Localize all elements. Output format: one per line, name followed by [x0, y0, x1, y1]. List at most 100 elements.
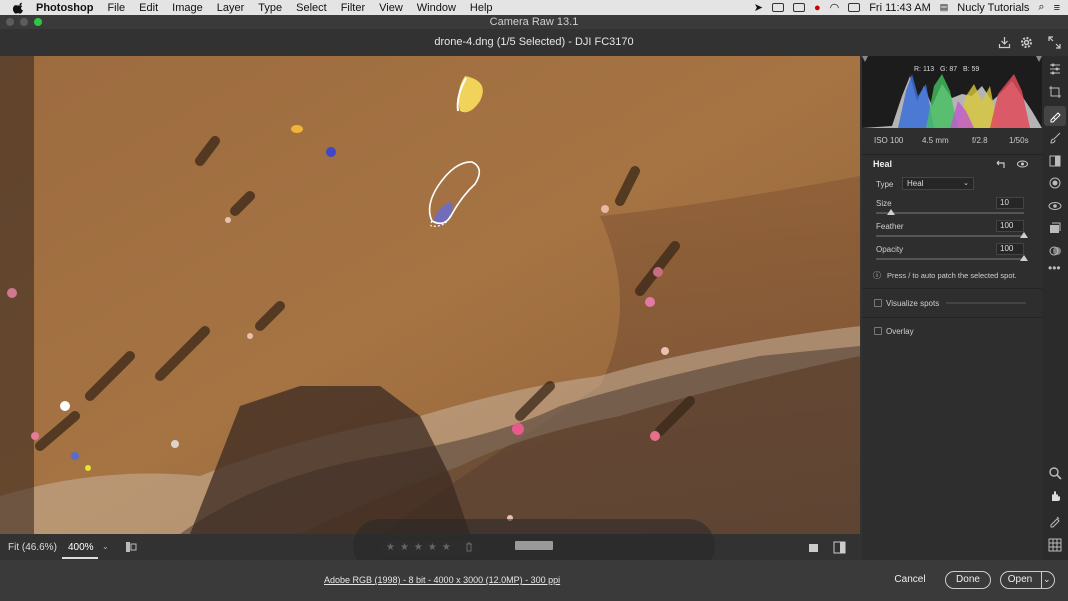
radial-filter-icon[interactable]: [1048, 176, 1062, 190]
color-sampler-icon[interactable]: [1048, 514, 1062, 528]
exif-iso: ISO 100: [874, 136, 904, 145]
exif-focal-length: 4.5 mm: [922, 136, 949, 145]
trash-icon[interactable]: [465, 542, 473, 552]
red-eye-icon[interactable]: [1048, 199, 1062, 213]
hint-text: Press / to auto patch the selected spot.: [887, 271, 1017, 280]
divider: [862, 288, 1042, 289]
histogram-rgb-readout: R: 113 G: 87 B: 59: [914, 66, 979, 73]
control-center-icon[interactable]: ≡: [1054, 2, 1060, 14]
document-title: drone-4.dng (1/5 Selected) - DJI FC3170: [434, 36, 634, 48]
footer-bar: Adobe RGB (1998) - 8 bit - 4000 x 3000 (…: [0, 560, 1068, 601]
filmstrip-toggle-icon[interactable]: [125, 541, 137, 553]
menu-app-photoshop[interactable]: Photoshop: [36, 2, 93, 14]
airplay-icon[interactable]: [848, 3, 861, 12]
size-slider-thumb[interactable]: [886, 209, 895, 215]
reset-icon[interactable]: [995, 159, 1006, 169]
size-slider[interactable]: [876, 209, 1024, 215]
menu-file[interactable]: File: [107, 2, 125, 14]
opacity-slider[interactable]: [876, 255, 1028, 261]
menu-select[interactable]: Select: [296, 2, 327, 14]
overlay-checkbox[interactable]: [874, 327, 882, 335]
location-icon[interactable]: ➤: [754, 1, 763, 14]
crop-icon[interactable]: [1048, 85, 1062, 99]
menu-help[interactable]: Help: [470, 2, 493, 14]
opacity-slider-thumb[interactable]: [1020, 255, 1028, 261]
b-label: B:: [962, 66, 970, 73]
camera-icon[interactable]: [792, 3, 805, 12]
image-preview[interactable]: [0, 56, 860, 534]
cancel-button[interactable]: Cancel: [888, 572, 932, 590]
filmstrip-handle[interactable]: [515, 541, 553, 550]
hand-tool-icon[interactable]: [1048, 489, 1062, 503]
heal-section: Heal Type Heal ⌄ Size 10 Feather 100 Opac…: [862, 154, 1042, 364]
visualize-spots-checkbox[interactable]: [874, 299, 882, 307]
workflow-options-link[interactable]: Adobe RGB (1998) - 8 bit - 4000 x 3000 (…: [324, 575, 560, 585]
type-label: Type: [876, 180, 894, 189]
open-button-group: Open ⌄: [1000, 571, 1055, 589]
visualize-spots-slider[interactable]: [946, 302, 1026, 304]
size-label: Size: [876, 199, 892, 208]
open-button[interactable]: Open: [1001, 572, 1039, 588]
menu-layer[interactable]: Layer: [217, 2, 245, 14]
grid-overlay-icon[interactable]: [1048, 538, 1062, 552]
brush-icon[interactable]: [1048, 131, 1062, 145]
b-value: 59: [971, 66, 980, 73]
full-screen-icon[interactable]: [1048, 36, 1061, 49]
feather-slider-thumb[interactable]: [1020, 232, 1028, 238]
window-title: Camera Raw 13.1: [489, 16, 579, 28]
info-icon: ⓘ: [873, 271, 881, 280]
feather-label: Feather: [876, 222, 904, 231]
spot-removal-icon[interactable]: [1048, 109, 1062, 123]
exif-aperture: f/2.8: [972, 136, 988, 145]
zoom-tool-icon[interactable]: [1048, 466, 1062, 480]
opacity-value-field[interactable]: 100: [996, 243, 1024, 255]
type-dropdown[interactable]: Heal ⌄: [902, 177, 974, 190]
menu-edit[interactable]: Edit: [139, 2, 158, 14]
close-window-button[interactable]: [6, 18, 14, 26]
apple-icon[interactable]: [12, 2, 26, 14]
done-button[interactable]: Done: [945, 571, 991, 589]
menubar-clock[interactable]: Fri 11:43 AM: [869, 2, 931, 14]
menu-view[interactable]: View: [379, 2, 403, 14]
screen-record-icon[interactable]: [771, 3, 784, 12]
menu-filter[interactable]: Filter: [341, 2, 365, 14]
presets-icon[interactable]: [1048, 244, 1062, 258]
fit-zoom-button[interactable]: Fit (46.6%): [8, 542, 57, 553]
wifi-icon[interactable]: ◠: [830, 1, 840, 14]
feather-slider[interactable]: [876, 232, 1028, 238]
zoom-dropdown-chevron-icon[interactable]: ⌄: [102, 542, 109, 551]
creative-cloud-icon[interactable]: ●: [814, 2, 821, 14]
open-options-chevron-icon[interactable]: ⌄: [1043, 571, 1051, 587]
menu-type[interactable]: Type: [258, 2, 282, 14]
settings-gear-icon[interactable]: [1020, 36, 1033, 49]
edit-panel: R: 113 G: 87 B: 59 ISO 100 4.5 mm f/2.8 …: [862, 56, 1042, 560]
visualize-spots-label: Visualize spots: [886, 299, 940, 308]
r-value: 113: [922, 66, 935, 73]
snapshots-icon[interactable]: [1048, 221, 1062, 235]
tool-strip: •••: [1042, 56, 1068, 560]
drone-beach-photo: [0, 56, 860, 534]
visibility-eye-icon[interactable]: [1017, 159, 1028, 169]
overlay-label: Overlay: [886, 327, 914, 336]
feather-value-field[interactable]: 100: [996, 220, 1024, 232]
flag-icon[interactable]: ▤: [940, 2, 949, 13]
save-image-icon[interactable]: [998, 36, 1011, 49]
spotlight-search-icon[interactable]: ⌕: [1038, 1, 1044, 14]
menu-image[interactable]: Image: [172, 2, 203, 14]
menubar-user[interactable]: Nucly Tutorials: [957, 2, 1029, 14]
menu-window[interactable]: Window: [417, 2, 456, 14]
before-after-split-icon[interactable]: [833, 541, 846, 554]
before-after-single-icon[interactable]: [808, 542, 820, 554]
type-dropdown-value: Heal: [907, 179, 924, 188]
edit-sliders-icon[interactable]: [1048, 62, 1062, 76]
minimize-window-button[interactable]: [20, 18, 28, 26]
zoom-level[interactable]: 400%: [68, 542, 94, 553]
graduated-filter-icon[interactable]: [1048, 154, 1062, 168]
heal-title: Heal: [873, 159, 893, 169]
document-header: drone-4.dng (1/5 Selected) - DJI FC3170: [0, 29, 1068, 56]
zoom-window-button[interactable]: [34, 18, 42, 26]
size-value-field[interactable]: 10: [996, 197, 1024, 209]
open-split-divider: [1041, 571, 1042, 589]
more-options-icon[interactable]: •••: [1048, 261, 1061, 275]
divider: [862, 317, 1042, 318]
